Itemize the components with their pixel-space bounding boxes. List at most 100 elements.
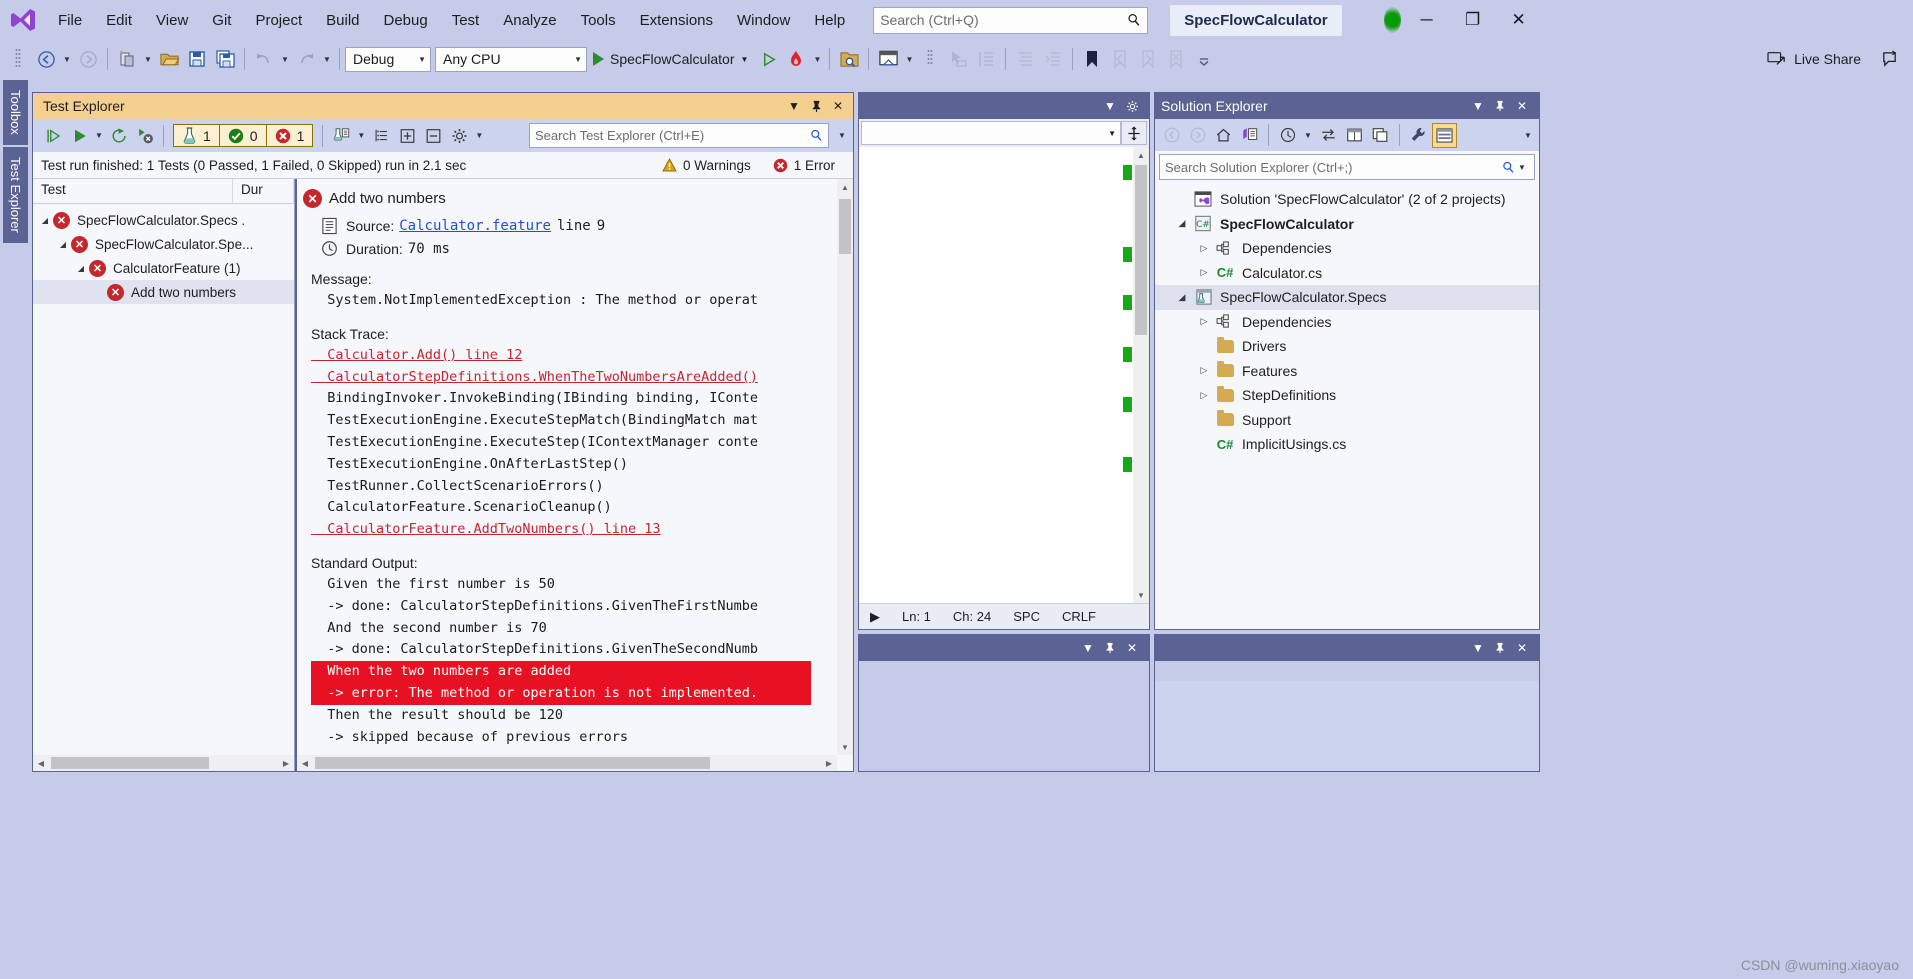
test-tree-node[interactable]: ◢ ✕ SpecFlowCalculator.Spe... (33, 232, 294, 256)
solution-platform-combo[interactable]: Any CPU ▼ (435, 46, 587, 72)
history-dropdown-icon[interactable]: ▼ (1301, 120, 1315, 150)
scroll-up-arrow[interactable]: ▲ (1133, 147, 1149, 163)
expander-icon[interactable]: ▷ (1193, 365, 1215, 376)
counter-failed[interactable]: 1 (266, 125, 313, 146)
column-header-test[interactable]: Test (33, 179, 233, 203)
solution-explorer-overflow-icon[interactable]: ▼ (1521, 120, 1535, 150)
clear-bookmarks-icon[interactable] (1162, 44, 1190, 74)
feedback-icon[interactable] (1875, 44, 1903, 74)
editor-member-combo[interactable]: ▼ (861, 121, 1121, 145)
solution-search-dropdown-icon[interactable]: ▼ (1515, 152, 1529, 182)
repeat-last-run-icon[interactable] (106, 123, 132, 149)
previous-bookmark-icon[interactable] (1106, 44, 1134, 74)
source-file-link[interactable]: Calculator.feature (399, 218, 551, 234)
expander-icon[interactable]: ◢ (1171, 218, 1193, 229)
expander-icon[interactable]: ◢ (1171, 292, 1193, 303)
save-all-icon[interactable] (211, 44, 239, 74)
project-node-specflowcalculator[interactable]: ◢ C# SpecFlowCalculator (1155, 212, 1539, 237)
hot-reload-icon[interactable] (782, 44, 810, 74)
settings-dropdown-icon[interactable]: ▼ (472, 121, 486, 151)
run-tests-icon[interactable] (66, 123, 92, 149)
view-designer-icon[interactable] (1432, 122, 1457, 148)
pin-icon[interactable] (805, 95, 827, 117)
chevron-down-icon[interactable]: ▼ (1467, 637, 1489, 659)
scroll-up-arrow[interactable]: ▲ (837, 179, 853, 195)
minimize-button[interactable]: ─ (1404, 0, 1450, 40)
scroll-right-arrow[interactable]: ▶ (278, 755, 294, 771)
new-project-dropdown[interactable]: ▼ (141, 44, 155, 74)
save-icon[interactable] (183, 44, 211, 74)
expander-icon[interactable]: ▷ (1193, 243, 1215, 254)
new-project-icon[interactable] (113, 44, 141, 74)
stack-frame-link[interactable]: Calculator.Add() line 12 (311, 347, 522, 363)
menu-file[interactable]: File (46, 7, 94, 34)
scrollbar-thumb[interactable] (51, 757, 209, 769)
node-features-folder[interactable]: ▷ Features (1155, 359, 1539, 384)
next-bookmark-icon[interactable] (1134, 44, 1162, 74)
expander-icon[interactable]: ◢ (73, 264, 89, 273)
menu-project[interactable]: Project (243, 7, 314, 34)
redo-icon[interactable] (292, 44, 320, 74)
test-tree-node-selected[interactable]: ✕ Add two numbers (33, 280, 294, 304)
close-icon[interactable]: ✕ (1121, 637, 1143, 659)
close-button[interactable]: ✕ (1496, 0, 1542, 40)
outdent-icon[interactable] (1039, 44, 1067, 74)
pin-icon[interactable] (1489, 95, 1511, 117)
open-file-icon[interactable] (155, 44, 183, 74)
node-support-folder[interactable]: Support (1155, 408, 1539, 433)
stack-frame-link[interactable]: CalculatorFeature.AddTwoNumbers() line 1… (311, 521, 660, 537)
bookmark-icon[interactable] (1078, 44, 1106, 74)
menu-tools[interactable]: Tools (569, 7, 628, 34)
node-drivers-folder[interactable]: Drivers (1155, 334, 1539, 359)
menu-git[interactable]: Git (200, 7, 243, 34)
expander-icon[interactable]: ◢ (37, 216, 53, 225)
menu-test[interactable]: Test (440, 7, 492, 34)
expander-icon[interactable]: ▷ (1193, 316, 1215, 327)
test-tree-node[interactable]: ◢ ✕ CalculatorFeature (1) (33, 256, 294, 280)
run-all-tests-icon[interactable] (40, 123, 66, 149)
test-tree-hscrollbar[interactable]: ◀ ▶ (33, 755, 294, 771)
home-icon[interactable] (1211, 123, 1236, 148)
solution-explorer-search-input[interactable]: Search Solution Explorer (Ctrl+;) ▼ (1159, 154, 1535, 180)
pin-icon[interactable] (1489, 637, 1511, 659)
redo-dropdown[interactable]: ▼ (320, 44, 334, 74)
warnings-indicator[interactable]: 0 Warnings (662, 158, 751, 173)
project-node-specflowcalculator-specs[interactable]: ◢ SpecFlowCalculator.Specs (1155, 285, 1539, 310)
collapse-all-icon[interactable] (420, 123, 446, 149)
toolbar-overflow-button[interactable] (1190, 44, 1218, 74)
detail-vscrollbar[interactable]: ▲ ▼ (837, 179, 853, 755)
scroll-left-arrow[interactable]: ◀ (297, 755, 313, 771)
chevron-down-icon[interactable]: ▼ (1077, 637, 1099, 659)
errors-indicator[interactable]: 1 Error (773, 158, 835, 173)
editor-text-area[interactable]: ▲ ▼ (859, 147, 1149, 603)
scroll-left-arrow[interactable]: ◀ (33, 755, 49, 771)
scroll-down-arrow[interactable]: ▼ (1133, 587, 1149, 603)
test-explorer-search-input[interactable]: Search Test Explorer (Ctrl+E) (529, 123, 829, 148)
solution-node[interactable]: Solution 'SpecFlowCalculator' (2 of 2 pr… (1155, 187, 1539, 212)
preview-selected-items-icon[interactable] (1368, 123, 1393, 148)
counter-passed[interactable]: 0 (219, 125, 267, 146)
expander-icon[interactable]: ◢ (55, 240, 71, 249)
node-calculator-cs[interactable]: ▷ C# Calculator.cs (1155, 261, 1539, 286)
menu-help[interactable]: Help (802, 7, 857, 34)
close-icon[interactable]: ✕ (1511, 95, 1533, 117)
hot-reload-dropdown[interactable]: ▼ (810, 44, 824, 74)
live-share-button[interactable]: Live Share (1767, 50, 1875, 68)
stack-frame-link[interactable]: CalculatorStepDefinitions.WhenTheTwoNumb… (311, 369, 758, 385)
node-dependencies-specs[interactable]: ▷ Dependencies (1155, 310, 1539, 335)
chevron-down-icon[interactable]: ▼ (1099, 95, 1121, 117)
navigate-forward-button[interactable] (74, 44, 102, 74)
node-implicitusings-cs[interactable]: C# ImplicitUsings.cs (1155, 432, 1539, 457)
pin-icon[interactable] (1099, 637, 1121, 659)
menu-view[interactable]: View (144, 7, 200, 34)
sync-with-active-document-icon[interactable] (1316, 123, 1341, 148)
test-search-dropdown-icon[interactable]: ▼ (835, 121, 849, 151)
undo-dropdown[interactable]: ▼ (278, 44, 292, 74)
home-window-dropdown[interactable]: ▼ (902, 44, 916, 74)
chevron-down-icon[interactable]: ▼ (1467, 95, 1489, 117)
group-by-dropdown-icon[interactable]: ▼ (354, 121, 368, 151)
back-arrow-icon[interactable] (1159, 123, 1184, 148)
pointer-icon[interactable] (944, 44, 972, 74)
close-icon[interactable]: ✕ (827, 95, 849, 117)
undo-icon[interactable] (250, 44, 278, 74)
